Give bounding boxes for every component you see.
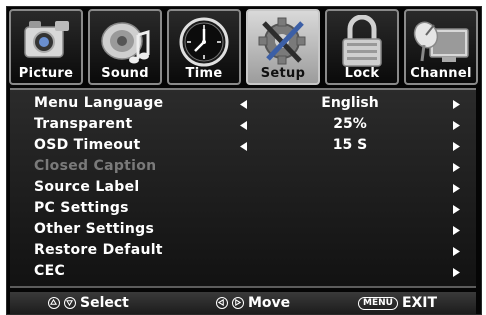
select-label: Select (80, 295, 129, 311)
menu-item-label: Closed Caption (34, 158, 157, 174)
menu-item-cec[interactable]: CEC (10, 262, 476, 283)
move-label: Move (248, 295, 291, 311)
menu-item-value: English (321, 95, 379, 111)
menu-item-restore-default[interactable]: Restore Default (10, 241, 476, 262)
tab-label: Channel (410, 66, 472, 81)
camera-icon (24, 21, 69, 58)
tab-sound[interactable]: Sound (88, 9, 162, 85)
exit-label: EXIT (401, 295, 438, 311)
padlock-icon (342, 15, 382, 67)
arrow-right-icon[interactable] (452, 247, 460, 256)
tab-picture[interactable]: Picture (9, 9, 83, 85)
arrow-right-icon[interactable] (452, 205, 460, 214)
arrow-right-icon[interactable] (452, 121, 460, 130)
arrow-right-icon[interactable] (452, 268, 460, 277)
menu-item-label: OSD Timeout (34, 137, 141, 153)
menu-item-label: Restore Default (34, 242, 163, 258)
tab-label: Picture (18, 66, 74, 81)
tab-label: Sound (101, 66, 149, 81)
setup-menu-panel: Menu Language English Transparent 25% OS… (10, 88, 476, 288)
right-arrow-icon (232, 297, 244, 309)
clock-icon (179, 17, 229, 67)
left-arrow-icon (216, 297, 228, 309)
menu-item-closed-caption: Closed Caption (10, 157, 476, 178)
tab-label: Time (185, 66, 223, 81)
tab-time[interactable]: Time (167, 9, 241, 85)
gear-tools-icon (258, 17, 306, 65)
up-arrow-icon (48, 297, 60, 309)
menu-item-source-label[interactable]: Source Label (10, 178, 476, 199)
arrow-left-icon[interactable] (240, 100, 248, 109)
menu-key-icon: MENU (358, 296, 398, 310)
menu-item-label: Menu Language (34, 95, 164, 111)
menu-item-transparent[interactable]: Transparent 25% (10, 115, 476, 136)
arrow-right-icon[interactable] (452, 100, 460, 109)
satellite-dish-icon (413, 21, 469, 62)
down-arrow-icon (64, 297, 76, 309)
menu-item-menu-language[interactable]: Menu Language English (10, 94, 476, 115)
exit-hint: MENU EXIT (358, 295, 437, 311)
arrow-right-icon[interactable] (452, 184, 460, 193)
arrow-right-icon[interactable] (452, 226, 460, 235)
move-hint: Move (216, 295, 290, 311)
menu-item-osd-timeout[interactable]: OSD Timeout 15 S (10, 136, 476, 157)
menu-item-other-settings[interactable]: Other Settings (10, 220, 476, 241)
arrow-left-icon[interactable] (240, 142, 248, 151)
menu-item-value: 25% (333, 116, 367, 132)
select-hint: Select (48, 295, 129, 311)
tab-label: Setup (260, 66, 306, 81)
menu-item-label: Source Label (34, 179, 140, 195)
menu-item-label: CEC (34, 263, 66, 279)
arrow-right-icon[interactable] (452, 142, 460, 151)
menu-item-pc-settings[interactable]: PC Settings (10, 199, 476, 220)
arrow-left-icon[interactable] (240, 121, 248, 130)
tab-bar: Picture Sound Time Setup Lock Channel (9, 9, 478, 87)
menu-item-label: PC Settings (34, 200, 129, 216)
tab-setup[interactable]: Setup (246, 9, 320, 85)
speaker-music-icon (101, 22, 150, 64)
tab-channel[interactable]: Channel (404, 9, 478, 85)
arrow-right-icon (453, 163, 460, 172)
menu-item-value: 15 S (332, 137, 368, 153)
tab-label: Lock (344, 66, 380, 81)
footer-hint-bar: Select Move MENU EXIT (10, 292, 476, 314)
menu-item-label: Transparent (34, 116, 133, 132)
menu-item-label: Other Settings (34, 221, 155, 237)
tab-lock[interactable]: Lock (325, 9, 399, 85)
